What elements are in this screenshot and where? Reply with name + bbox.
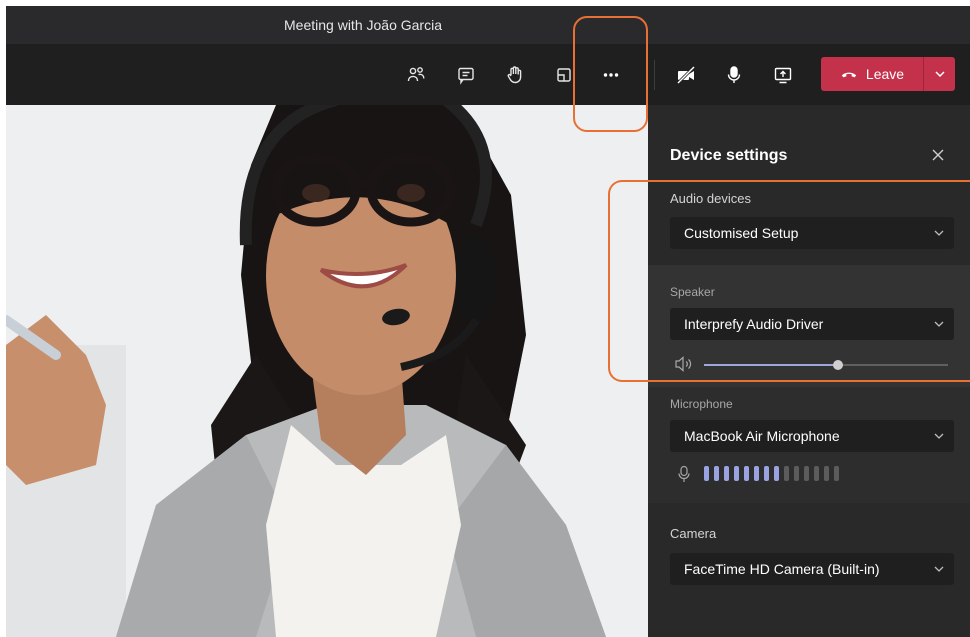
microphone-level-meter xyxy=(704,466,839,481)
people-button[interactable] xyxy=(401,60,431,90)
close-icon xyxy=(932,149,944,161)
microphone-toggle-button[interactable] xyxy=(719,60,749,90)
level-bar xyxy=(714,466,719,481)
level-bar xyxy=(804,466,809,481)
camera-off-icon xyxy=(676,65,696,85)
more-options-icon xyxy=(603,73,619,77)
rooms-button[interactable] xyxy=(549,60,579,90)
level-bar xyxy=(704,466,709,481)
more-options-button[interactable] xyxy=(596,60,626,90)
chat-button[interactable] xyxy=(451,60,481,90)
level-bar xyxy=(814,466,819,481)
level-bar xyxy=(754,466,759,481)
volume-fill xyxy=(704,364,839,366)
volume-thumb[interactable] xyxy=(833,360,844,370)
leave-options-button[interactable] xyxy=(923,57,955,91)
level-bar xyxy=(794,466,799,481)
microphone-label: Microphone xyxy=(670,397,733,411)
hang-up-icon xyxy=(841,72,857,78)
close-panel-button[interactable] xyxy=(928,145,948,165)
raise-hand-icon xyxy=(507,66,522,84)
chevron-down-icon xyxy=(934,566,944,572)
audio-devices-label: Audio devices xyxy=(670,191,751,206)
raise-hand-button[interactable] xyxy=(500,60,530,90)
share-screen-button[interactable] xyxy=(768,60,798,90)
rooms-icon xyxy=(557,68,571,82)
chat-icon xyxy=(458,67,474,85)
participant-photo xyxy=(6,105,648,637)
leave-label: Leave xyxy=(865,66,905,82)
microphone-value: MacBook Air Microphone xyxy=(684,428,840,444)
camera-select[interactable]: FaceTime HD Camera (Built-in) xyxy=(670,553,954,585)
level-bar xyxy=(734,466,739,481)
chevron-down-icon xyxy=(934,433,944,439)
panel-title: Device settings xyxy=(670,147,788,164)
speaker-label: Speaker xyxy=(670,285,715,299)
camera-label: Camera xyxy=(670,526,717,541)
chevron-down-icon xyxy=(934,321,944,327)
level-bar xyxy=(774,466,779,481)
microphone-level-icon xyxy=(678,465,690,482)
participant-video xyxy=(6,105,648,637)
level-bar xyxy=(784,466,789,481)
level-bar xyxy=(744,466,749,481)
level-bar xyxy=(824,466,829,481)
speaker-volume-slider[interactable] xyxy=(704,358,948,372)
microphone-select[interactable]: MacBook Air Microphone xyxy=(670,420,954,452)
chevron-down-icon xyxy=(934,71,945,78)
level-bar xyxy=(764,466,769,481)
people-icon xyxy=(407,67,425,82)
speaker-value: Interprefy Audio Driver xyxy=(684,316,824,332)
title-bar: Meeting with João Garcia xyxy=(6,6,970,44)
camera-value: FaceTime HD Camera (Built-in) xyxy=(684,561,880,577)
speaker-volume-icon xyxy=(675,356,692,372)
share-screen-icon xyxy=(774,67,792,84)
audio-devices-value: Customised Setup xyxy=(684,225,799,241)
camera-toggle-button[interactable] xyxy=(671,60,701,90)
device-settings-panel: Device settings Audio devices Customised… xyxy=(648,105,970,637)
level-bar xyxy=(724,466,729,481)
chevron-down-icon xyxy=(934,230,944,236)
meeting-title: Meeting with João Garcia xyxy=(284,17,442,33)
speaker-select[interactable]: Interprefy Audio Driver xyxy=(670,308,954,340)
audio-devices-select[interactable]: Customised Setup xyxy=(670,217,954,249)
leave-button[interactable]: Leave xyxy=(821,57,923,91)
toolbar-separator xyxy=(654,60,655,90)
microphone-icon xyxy=(727,66,741,83)
meeting-toolbar: Leave xyxy=(6,44,970,105)
teams-meeting-window: Meeting with João Garcia Leave Device se… xyxy=(0,0,970,637)
level-bar xyxy=(834,466,839,481)
